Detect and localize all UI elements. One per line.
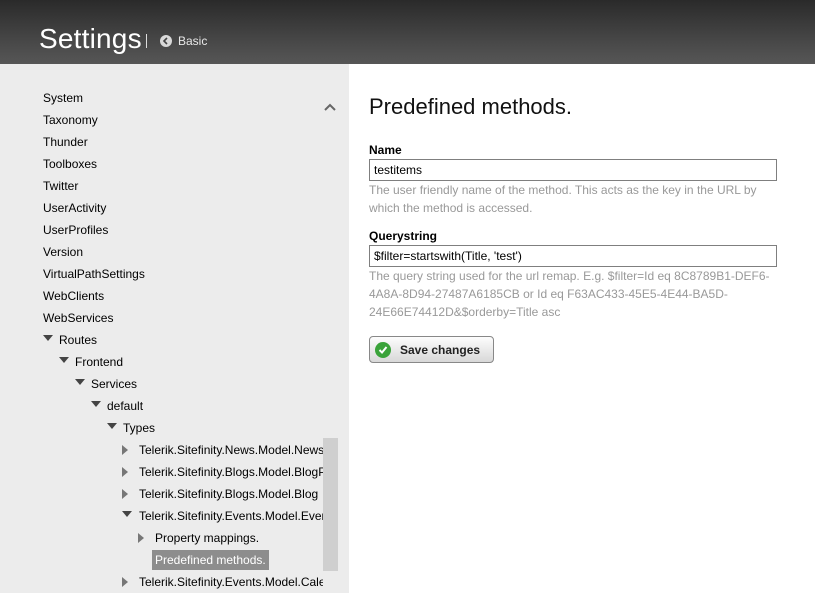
name-input[interactable] (369, 159, 777, 181)
tree-item-property-mappings[interactable]: Property mappings. (155, 529, 259, 547)
expanded-triangle-icon[interactable] (75, 379, 85, 385)
collapse-up-icon[interactable] (322, 100, 338, 112)
expanded-triangle-icon[interactable] (43, 335, 53, 341)
back-arrow-icon (160, 35, 172, 47)
tree-item-virtualpathsettings[interactable]: VirtualPathSettings (43, 265, 145, 283)
tree-item-services[interactable]: Services (91, 375, 137, 393)
tree-item-toolboxes[interactable]: Toolboxes (43, 155, 97, 173)
tree-item-taxonomy[interactable]: Taxonomy (43, 111, 98, 129)
tree-item-news-type[interactable]: Telerik.Sitefinity.News.Model.News (139, 441, 323, 459)
checkmark-icon (375, 341, 391, 358)
expanded-triangle-icon[interactable] (107, 423, 117, 429)
save-changes-label: Save changes (400, 342, 481, 357)
name-label: Name (369, 143, 402, 157)
tree-item-predefined-methods[interactable]: Predefined methods. (152, 550, 269, 570)
collapsed-triangle-icon[interactable] (122, 467, 128, 477)
collapsed-triangle-icon[interactable] (122, 577, 128, 587)
basic-link-label: Basic (178, 34, 208, 48)
save-changes-button[interactable]: Save changes (369, 336, 494, 363)
tree-item-event-type[interactable]: Telerik.Sitefinity.Events.Model.Event (139, 507, 323, 525)
querystring-label: Querystring (369, 229, 438, 243)
tree-item-calendar-type[interactable]: Telerik.Sitefinity.Events.Model.Calendar (139, 573, 323, 591)
tree-item-routes[interactable]: Routes (59, 331, 97, 349)
expanded-triangle-icon[interactable] (59, 357, 69, 363)
tree-item-userprofiles[interactable]: UserProfiles (43, 221, 108, 239)
querystring-help-text: The query string used for the url remap.… (369, 269, 770, 319)
tree-item-system[interactable]: System (43, 89, 83, 107)
name-help-text: The user friendly name of the method. Th… (369, 183, 757, 215)
tree-item-webclients[interactable]: WebClients (43, 287, 104, 305)
page-header: Settings Basic (0, 0, 815, 64)
basic-link[interactable]: Basic (160, 33, 207, 49)
header-separator (146, 34, 147, 48)
tree-item-frontend[interactable]: Frontend (75, 353, 123, 371)
collapsed-triangle-icon[interactable] (122, 489, 128, 499)
tree-item-blog-type[interactable]: Telerik.Sitefinity.Blogs.Model.Blog (139, 485, 323, 503)
tree-item-thunder[interactable]: Thunder (43, 133, 88, 151)
collapsed-triangle-icon[interactable] (138, 533, 144, 543)
tree-item-useractivity[interactable]: UserActivity (43, 199, 106, 217)
page-title: Predefined methods. (369, 94, 573, 119)
tree-item-default[interactable]: default (107, 397, 143, 415)
expanded-triangle-icon[interactable] (122, 511, 132, 517)
querystring-input[interactable] (369, 245, 777, 267)
main-content: Predefined methods. Name The user friend… (349, 64, 815, 593)
expanded-triangle-icon[interactable] (91, 401, 101, 407)
settings-tree-sidebar: System Taxonomy Thunder Toolboxes Twitte… (0, 64, 349, 593)
collapsed-triangle-icon[interactable] (122, 445, 128, 455)
tree-item-version[interactable]: Version (43, 243, 83, 261)
tree-item-types[interactable]: Types (123, 419, 155, 437)
scrollbar-thumb[interactable] (323, 438, 338, 571)
page-title-settings: Settings (39, 23, 142, 54)
tree-item-webservices[interactable]: WebServices (43, 309, 113, 327)
tree-item-twitter[interactable]: Twitter (43, 177, 78, 195)
tree-item-blogpost-type[interactable]: Telerik.Sitefinity.Blogs.Model.BlogPost (139, 463, 323, 481)
